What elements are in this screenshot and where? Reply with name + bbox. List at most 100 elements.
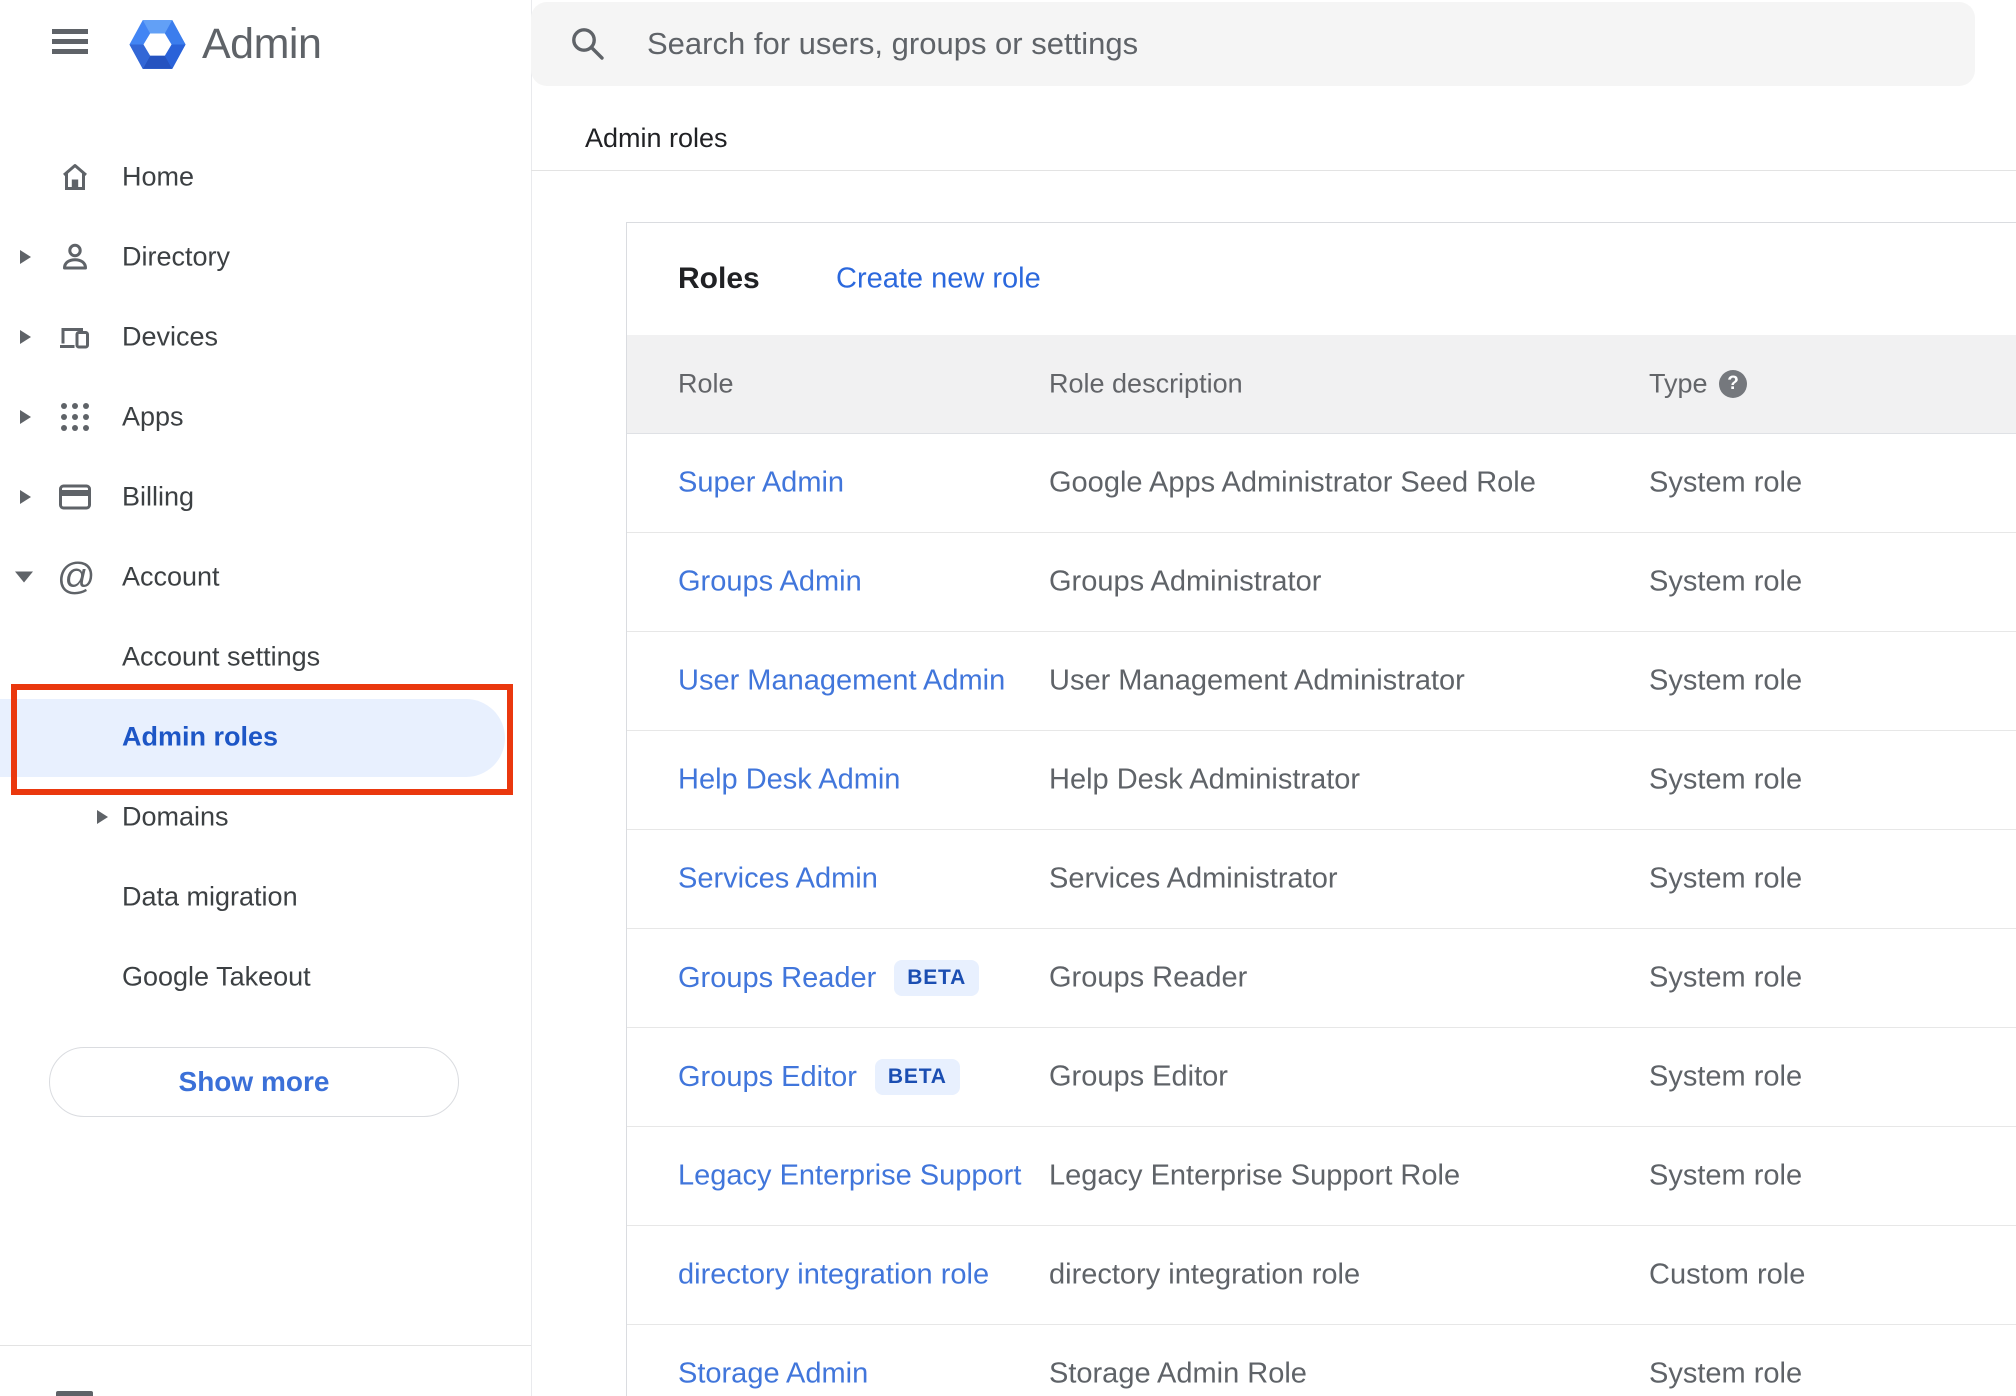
apps-grid-icon (57, 399, 93, 435)
search-icon (572, 28, 604, 60)
table-row: Groups Admin Groups Administrator System… (627, 533, 2016, 632)
role-type: System role (1649, 466, 1803, 499)
sidebar-right-divider (531, 0, 532, 1396)
table-row: Groups Reader BETA Groups Reader System … (627, 929, 2016, 1028)
table-row: Storage Admin Storage Admin Role System … (627, 1325, 2016, 1396)
create-new-role-link[interactable]: Create new role (836, 263, 1041, 296)
table-row: User Management Admin User Management Ad… (627, 632, 2016, 731)
column-header-description: Role description (1049, 368, 1243, 399)
sidebar-item-account[interactable]: @ Account (0, 537, 531, 617)
role-type: System role (1649, 1060, 1803, 1093)
role-type: System role (1649, 664, 1803, 697)
role-type: System role (1649, 763, 1803, 796)
role-type: System role (1649, 862, 1803, 895)
role-description: Groups Administrator (1049, 565, 1322, 598)
card-title: Roles (678, 262, 760, 295)
sidebar-item-directory[interactable]: Directory (0, 217, 531, 297)
devices-icon (57, 319, 93, 355)
breadcrumb: Admin roles (585, 123, 728, 153)
sidebar-item-label: Account (122, 561, 220, 592)
sidebar-item-label: Account settings (122, 641, 321, 672)
show-more-button[interactable]: Show more (49, 1047, 459, 1117)
role-link[interactable]: Services Admin (678, 863, 878, 896)
sidebar-item-account-settings[interactable]: Account settings (0, 617, 531, 697)
person-icon (57, 239, 93, 275)
role-description: User Management Administrator (1049, 664, 1465, 697)
sidebar-item-label: Home (122, 161, 195, 192)
column-header-role: Role (678, 368, 734, 399)
chevron-right-icon[interactable] (20, 250, 31, 264)
beta-badge: BETA (874, 1059, 960, 1095)
role-type: System role (1649, 1159, 1803, 1192)
role-description: Services Administrator (1049, 862, 1338, 895)
sidebar-item-label: Billing (122, 481, 195, 512)
sidebar-item-google-takeout[interactable]: Google Takeout (0, 937, 531, 1017)
sidebar-item-label: Data migration (122, 881, 298, 912)
search-placeholder: Search for users, groups or settings (647, 26, 1139, 61)
sidebar-item-label: Apps (122, 401, 184, 432)
sidebar-item-billing[interactable]: Billing (0, 457, 531, 537)
role-description: Groups Editor (1049, 1060, 1228, 1093)
sidebar-item-data-migration[interactable]: Data migration (0, 857, 531, 937)
search-input[interactable]: Search for users, groups or settings (531, 2, 1975, 86)
sidebar-bottom-divider (0, 1345, 531, 1346)
chevron-right-icon[interactable] (20, 490, 31, 504)
role-description: Storage Admin Role (1049, 1357, 1307, 1390)
role-description: Google Apps Administrator Seed Role (1049, 466, 1536, 499)
admin-logo-text: Admin (202, 20, 322, 68)
column-header-type: Type (1649, 368, 1708, 399)
sidebar-item-label: Admin roles (122, 721, 279, 752)
at-sign-icon: @ (57, 556, 96, 598)
sidebar-item-label: Directory (122, 241, 231, 272)
sidebar-item-domains[interactable]: Domains (0, 777, 531, 857)
help-icon[interactable]: ? (1719, 370, 1747, 398)
role-link[interactable]: User Management Admin (678, 665, 1005, 698)
hamburger-menu-icon[interactable] (52, 29, 88, 54)
table-row: Legacy Enterprise Support Legacy Enterpr… (627, 1127, 2016, 1226)
role-link[interactable]: Super Admin (678, 467, 844, 500)
table-row: Help Desk Admin Help Desk Administrator … (627, 731, 2016, 830)
role-description: Groups Reader (1049, 961, 1248, 994)
role-link[interactable]: directory integration role (678, 1259, 989, 1292)
cut-off-icon (56, 1391, 93, 1396)
roles-table: Super Admin Google Apps Administrator Se… (627, 434, 2016, 1396)
breadcrumb-divider (531, 170, 2016, 171)
show-more-label: Show more (178, 1066, 330, 1097)
role-type: System role (1649, 565, 1803, 598)
sidebar-item-home[interactable]: Home (0, 137, 531, 217)
role-type: System role (1649, 961, 1803, 994)
chevron-right-icon[interactable] (20, 410, 31, 424)
role-description: Legacy Enterprise Support Role (1049, 1159, 1461, 1192)
table-row: Services Admin Services Administrator Sy… (627, 830, 2016, 929)
role-type: Custom role (1649, 1258, 1806, 1291)
chevron-right-icon[interactable] (97, 810, 108, 824)
role-link[interactable]: Help Desk Admin (678, 764, 900, 797)
card-titlebar: Roles Create new role (627, 223, 2016, 335)
credit-card-icon (57, 479, 93, 515)
sidebar-item-apps[interactable]: Apps (0, 377, 531, 457)
table-row: Groups Editor BETA Groups Editor System … (627, 1028, 2016, 1127)
role-link[interactable]: Legacy Enterprise Support (678, 1160, 1021, 1193)
role-link[interactable]: Storage Admin (678, 1358, 868, 1391)
table-row: directory integration role directory int… (627, 1226, 2016, 1325)
sidebar-item-label: Google Takeout (122, 961, 311, 992)
role-link[interactable]: Groups Reader (678, 962, 876, 995)
sidebar: Home Directory Devices Apps Billing @ Ac… (0, 137, 531, 1017)
roles-card: Roles Create new role Role Role descript… (626, 222, 2016, 1396)
role-description: directory integration role (1049, 1258, 1361, 1291)
home-icon (57, 159, 93, 195)
sidebar-item-admin-roles[interactable]: Admin roles (0, 697, 531, 777)
chevron-right-icon[interactable] (20, 330, 31, 344)
role-link[interactable]: Groups Admin (678, 566, 862, 599)
role-type: System role (1649, 1357, 1803, 1390)
role-link[interactable]: Groups Editor (678, 1061, 857, 1094)
admin-console-page: Admin Search for users, groups or settin… (0, 0, 2016, 1396)
sidebar-item-devices[interactable]: Devices (0, 297, 531, 377)
sidebar-item-label: Domains (122, 801, 229, 832)
role-description: Help Desk Administrator (1049, 763, 1361, 796)
table-row: Super Admin Google Apps Administrator Se… (627, 434, 2016, 533)
chevron-down-icon[interactable] (15, 571, 33, 583)
sidebar-item-label: Devices (122, 321, 219, 352)
table-header-row: Role Role description Type ? (627, 335, 2016, 434)
admin-logo: Admin (128, 17, 322, 72)
